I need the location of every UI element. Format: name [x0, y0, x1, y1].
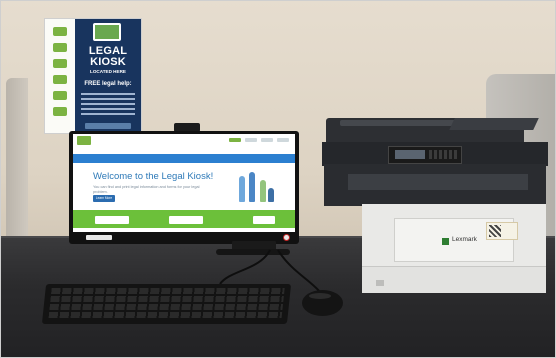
- kiosk-screen[interactable]: Welcome to the Legal Kiosk! You can find…: [73, 134, 295, 232]
- nav-button[interactable]: [245, 138, 257, 142]
- learn-more-button[interactable]: Learn More: [93, 195, 115, 202]
- monitor-label-sticker: [86, 235, 112, 240]
- action-button[interactable]: [169, 216, 203, 224]
- monitor-icon: [93, 23, 121, 41]
- poster-icon: [53, 59, 67, 68]
- output-tray: [348, 174, 528, 190]
- screen-footer: [73, 228, 295, 232]
- feeder-tray: [449, 118, 539, 130]
- hero-title: Welcome to the Legal Kiosk!: [93, 171, 214, 182]
- poster-text-line: [81, 93, 135, 95]
- nav-button[interactable]: [229, 138, 241, 142]
- poster-subtitle: LOCATED HERE: [90, 69, 126, 74]
- poster-icon: [53, 43, 67, 52]
- poster-title: LEGAL KIOSK: [88, 45, 128, 68]
- poster-icon: [53, 91, 67, 100]
- action-band: [73, 210, 295, 228]
- family-illustration: [233, 170, 277, 206]
- poster-icon: [53, 75, 67, 84]
- legal-kiosk-poster: LEGAL KIOSK LOCATED HERE FREE legal help…: [44, 18, 142, 134]
- lexmark-logo-icon: [442, 238, 449, 245]
- poster-logo: [85, 123, 131, 129]
- control-panel-keypad[interactable]: [429, 150, 457, 159]
- nav-button[interactable]: [261, 138, 273, 142]
- control-panel[interactable]: [388, 146, 462, 164]
- site-banner: [73, 154, 295, 163]
- action-button[interactable]: [95, 216, 129, 224]
- poster-icon: [53, 27, 67, 36]
- poster-icon-column: [45, 19, 75, 133]
- action-button[interactable]: [253, 216, 275, 224]
- control-panel-display[interactable]: [395, 150, 425, 159]
- site-logo[interactable]: [77, 136, 91, 145]
- printer-brand: Lexmark: [452, 236, 477, 243]
- poster-text-line: [81, 113, 135, 115]
- poster-text-line: [81, 103, 135, 105]
- key-row: [49, 304, 284, 310]
- person-figure: [239, 176, 245, 202]
- key-row: [50, 296, 284, 302]
- site-header: [73, 134, 295, 147]
- cubicle-partition-left: [6, 78, 28, 244]
- keyboard[interactable]: [41, 284, 292, 324]
- nav-button[interactable]: [277, 138, 289, 142]
- key-row: [48, 312, 283, 318]
- key-row: [51, 288, 285, 294]
- person-figure: [249, 172, 255, 202]
- poster-icon: [53, 107, 67, 116]
- poster-help-heading: FREE legal help:: [84, 81, 132, 87]
- poster-text-line: [81, 98, 135, 100]
- poster-panel: LEGAL KIOSK LOCATED HERE FREE legal help…: [75, 19, 141, 133]
- person-figure: [260, 180, 266, 202]
- person-figure: [268, 188, 274, 202]
- printer-qr-sticker: [486, 222, 518, 240]
- printer: Lexmark: [322, 118, 552, 294]
- poster-text-line: [81, 108, 135, 110]
- hero-text: You can find and print legal information…: [93, 185, 200, 194]
- qr-code-icon: [489, 225, 501, 237]
- drawer-handle[interactable]: [376, 280, 384, 286]
- printer-base-drawer[interactable]: [362, 266, 546, 293]
